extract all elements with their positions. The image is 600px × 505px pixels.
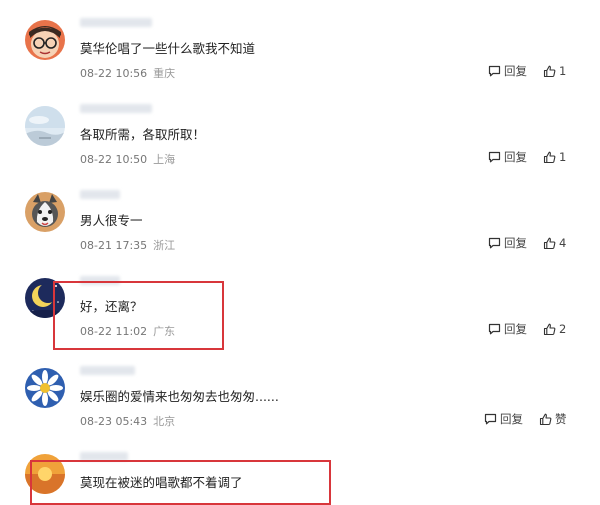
comment-location: 重庆 (153, 67, 176, 80)
highlight-box (30, 460, 331, 505)
comment-meta: 08-22 10:50 上海 (80, 151, 175, 167)
reply-button[interactable]: 回复 (488, 235, 527, 251)
thumbs-up-icon (543, 65, 556, 77)
comment-item: 男人很专一 08-21 17:35 浙江 回复 4 (0, 184, 600, 271)
reply-label: 回复 (504, 322, 527, 336)
like-count: 4 (559, 236, 567, 250)
comment-date: 08-22 10:56 (80, 67, 148, 80)
like-button[interactable]: 1 (543, 64, 566, 78)
comment-actions: 回复 赞 (484, 411, 567, 427)
comment-actions: 回复 1 (488, 149, 566, 165)
username-blurred[interactable] (80, 366, 135, 375)
comment-item: 娱乐圈的爱情来也匆匆去也匆匆...... 08-23 05:43 北京 回复 赞 (0, 360, 600, 447)
comment-actions: 回复 2 (488, 321, 566, 337)
reply-button[interactable]: 回复 (488, 63, 527, 79)
comment-date: 08-22 10:50 (80, 153, 148, 166)
comment-location: 上海 (153, 153, 176, 166)
husky-dog-avatar-icon (25, 192, 65, 232)
comment-date: 08-21 17:35 (80, 239, 148, 252)
like-button[interactable]: 1 (543, 150, 566, 164)
comment-item: 各取所需，各取所取！ 08-22 10:50 上海 回复 1 (0, 98, 600, 185)
reply-button[interactable]: 回复 (488, 149, 527, 165)
thumbs-up-icon (543, 237, 556, 249)
highlight-box (53, 281, 224, 350)
comment-bubble-icon (488, 323, 501, 335)
daisy-flower-avatar-icon (25, 368, 65, 408)
avatar[interactable] (25, 368, 65, 408)
comment-bubble-icon (488, 237, 501, 249)
like-count: 1 (559, 150, 567, 164)
comment-actions: 回复 1 (488, 63, 566, 79)
reply-label: 回复 (500, 412, 523, 426)
reply-label: 回复 (504, 64, 527, 78)
avatar[interactable] (25, 106, 65, 146)
like-count: 1 (559, 64, 567, 78)
comment-actions: 回复 4 (488, 235, 566, 251)
comment-location: 北京 (153, 415, 176, 428)
comment-bubble-icon (484, 413, 497, 425)
comment-text: 各取所需，各取所取！ (80, 127, 206, 142)
avatar[interactable] (25, 192, 65, 232)
cartoon-boy-glasses-avatar-icon (25, 20, 65, 60)
reply-label: 回复 (504, 236, 527, 250)
avatar[interactable] (25, 20, 65, 60)
comment-bubble-icon (488, 65, 501, 77)
like-button[interactable]: 2 (543, 322, 566, 336)
reply-button[interactable]: 回复 (488, 321, 527, 337)
reply-label: 回复 (504, 150, 527, 164)
thumbs-up-icon (543, 323, 556, 335)
comment-meta: 08-23 05:43 北京 (80, 413, 175, 429)
like-count: 2 (559, 322, 567, 336)
comment-bubble-icon (488, 151, 501, 163)
username-blurred[interactable] (80, 190, 120, 199)
like-button[interactable]: 赞 (539, 411, 567, 427)
comment-date: 08-23 05:43 (80, 415, 148, 428)
thumbs-up-icon (543, 151, 556, 163)
comment-text: 男人很专一 (80, 213, 143, 228)
comment-text: 莫华伦唱了一些什么歌我不知道 (80, 41, 256, 56)
comment-location: 浙江 (153, 239, 176, 252)
username-blurred[interactable] (80, 18, 152, 27)
comment-item: 莫华伦唱了一些什么歌我不知道 08-22 10:56 重庆 回复 1 (0, 12, 600, 99)
thumbs-up-icon (539, 413, 552, 425)
like-count: 赞 (555, 412, 567, 426)
username-blurred[interactable] (80, 104, 152, 113)
like-button[interactable]: 4 (543, 236, 566, 250)
comment-text: 娱乐圈的爱情来也匆匆去也匆匆...... (80, 389, 279, 404)
sky-landscape-avatar-icon (25, 106, 65, 146)
comment-meta: 08-21 17:35 浙江 (80, 237, 175, 253)
comment-meta: 08-22 10:56 重庆 (80, 65, 175, 81)
reply-button[interactable]: 回复 (484, 411, 523, 427)
